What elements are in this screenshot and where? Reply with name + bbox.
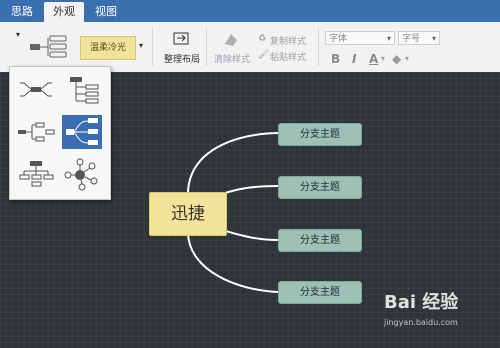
branch-topic[interactable]: 分支主题 [278, 176, 362, 199]
layout-option-right-map-selected[interactable] [62, 115, 102, 149]
layout-option-bubble[interactable] [62, 157, 102, 191]
branch-topic[interactable]: 分支主题 [278, 123, 362, 146]
baidu-watermark: Bai 经验 jingyan.baidu.com [384, 288, 490, 340]
branch-topic[interactable]: 分支主题 [278, 281, 362, 304]
baidu-logo: Bai 经验 [384, 292, 459, 313]
layout-option-timeline[interactable] [16, 157, 56, 191]
branch-topic[interactable]: 分支主题 [278, 229, 362, 252]
layout-option-logic-chart[interactable] [16, 115, 56, 149]
root-topic[interactable]: 迅捷 [149, 192, 227, 236]
layout-option-org-tree[interactable] [62, 73, 102, 107]
layout-dropdown-panel [9, 66, 111, 200]
layout-option-mindmap[interactable] [16, 73, 56, 107]
watermark-url: jingyan.baidu.com [384, 318, 458, 327]
